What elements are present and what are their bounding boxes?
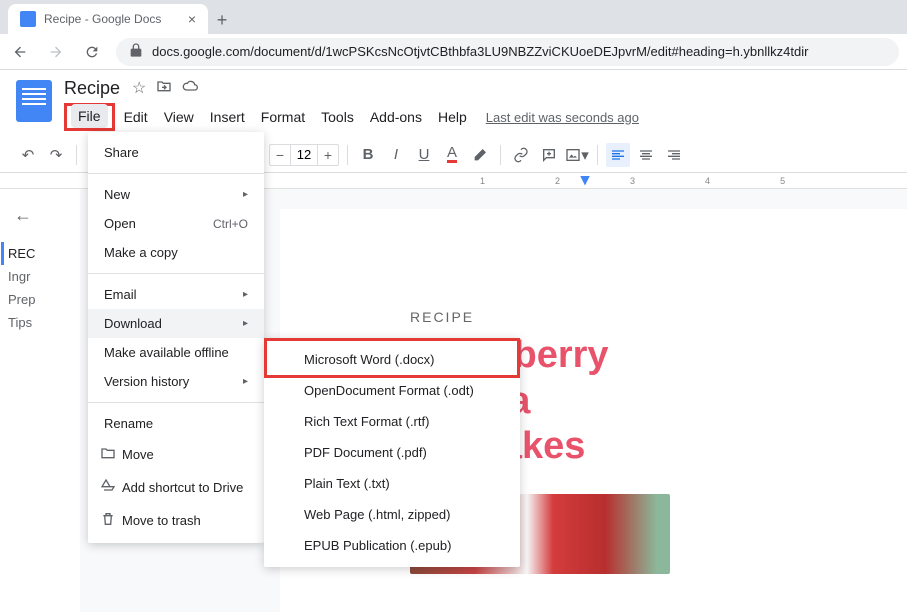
menu-help[interactable]: Help bbox=[431, 105, 474, 129]
menu-tools[interactable]: Tools bbox=[314, 105, 361, 129]
outline-item[interactable]: Tips bbox=[8, 311, 72, 334]
align-left-button[interactable] bbox=[606, 143, 630, 167]
file-menu-share[interactable]: Share bbox=[88, 138, 264, 167]
forward-button[interactable] bbox=[44, 40, 68, 64]
menu-insert[interactable]: Insert bbox=[203, 105, 252, 129]
file-menu-download[interactable]: Download▸ bbox=[88, 309, 264, 338]
insert-link-button[interactable] bbox=[509, 143, 533, 167]
menu-view[interactable]: View bbox=[157, 105, 201, 129]
download-pdf[interactable]: PDF Document (.pdf) bbox=[264, 437, 520, 468]
download-txt[interactable]: Plain Text (.txt) bbox=[264, 468, 520, 499]
star-icon[interactable]: ☆ bbox=[132, 78, 146, 99]
browser-tab[interactable]: Recipe - Google Docs × bbox=[8, 4, 208, 34]
file-menu-rename[interactable]: Rename bbox=[88, 409, 264, 438]
indent-marker-icon[interactable] bbox=[580, 176, 590, 186]
reload-button[interactable] bbox=[80, 40, 104, 64]
undo-button[interactable]: ↶ bbox=[16, 143, 40, 167]
download-epub[interactable]: EPUB Publication (.epub) bbox=[264, 530, 520, 561]
docs-favicon bbox=[20, 11, 36, 27]
submenu-arrow-icon: ▸ bbox=[243, 318, 248, 329]
trash-icon bbox=[100, 511, 118, 530]
menu-addons[interactable]: Add-ons bbox=[363, 105, 429, 129]
address-bar[interactable]: docs.google.com/document/d/1wcPSKcsNcOtj… bbox=[116, 38, 899, 66]
drive-shortcut-icon bbox=[100, 478, 118, 497]
docs-header: Recipe ☆ File Edit View Insert Format To… bbox=[0, 70, 907, 131]
file-menu-dropdown: Share New▸ OpenCtrl+O Make a copy Email▸… bbox=[88, 132, 264, 543]
outline-item[interactable]: Ingr bbox=[8, 265, 72, 288]
folder-icon bbox=[100, 445, 118, 464]
file-menu-move[interactable]: Move bbox=[88, 438, 264, 471]
insert-image-button[interactable]: ▾ bbox=[565, 143, 589, 167]
font-size-decrease[interactable]: − bbox=[270, 145, 290, 165]
submenu-arrow-icon: ▸ bbox=[243, 376, 248, 387]
menu-edit[interactable]: Edit bbox=[117, 105, 155, 129]
file-menu-copy[interactable]: Make a copy bbox=[88, 238, 264, 267]
docs-logo-icon[interactable] bbox=[16, 80, 52, 122]
browser-tab-strip: Recipe - Google Docs × + bbox=[0, 0, 907, 34]
menu-format[interactable]: Format bbox=[254, 105, 312, 129]
comment-button[interactable] bbox=[537, 143, 561, 167]
file-menu-highlight: File bbox=[64, 103, 115, 131]
download-odt[interactable]: OpenDocument Format (.odt) bbox=[264, 375, 520, 406]
font-size-control: − 12 + bbox=[269, 144, 339, 166]
outline-item[interactable]: Prep bbox=[8, 288, 72, 311]
lock-icon bbox=[128, 42, 144, 61]
file-menu-open[interactable]: OpenCtrl+O bbox=[88, 209, 264, 238]
file-menu-trash[interactable]: Move to trash bbox=[88, 504, 264, 537]
menubar: File Edit View Insert Format Tools Add-o… bbox=[64, 103, 891, 131]
italic-button[interactable]: I bbox=[384, 143, 408, 167]
recipe-label: RECIPE bbox=[410, 309, 907, 325]
text-color-button[interactable]: A bbox=[440, 143, 464, 167]
outline-back-icon[interactable]: ← bbox=[14, 205, 72, 226]
align-center-button[interactable] bbox=[634, 143, 658, 167]
doc-title[interactable]: Recipe bbox=[64, 78, 120, 99]
url-text: docs.google.com/document/d/1wcPSKcsNcOtj… bbox=[152, 44, 808, 59]
submenu-arrow-icon: ▸ bbox=[243, 289, 248, 300]
cloud-status-icon[interactable] bbox=[182, 78, 198, 99]
tab-title: Recipe - Google Docs bbox=[44, 12, 161, 26]
file-menu-offline[interactable]: Make available offline bbox=[88, 338, 264, 367]
last-edit-link[interactable]: Last edit was seconds ago bbox=[486, 110, 639, 125]
file-menu-version[interactable]: Version history▸ bbox=[88, 367, 264, 396]
download-html[interactable]: Web Page (.html, zipped) bbox=[264, 499, 520, 530]
move-folder-icon[interactable] bbox=[156, 78, 172, 99]
file-menu-shortcut[interactable]: Add shortcut to Drive bbox=[88, 471, 264, 504]
highlight-button[interactable] bbox=[468, 143, 492, 167]
font-size-increase[interactable]: + bbox=[318, 145, 338, 165]
outline-panel: ← REC Ingr Prep Tips bbox=[0, 189, 80, 612]
bold-button[interactable]: B bbox=[356, 143, 380, 167]
download-submenu: Microsoft Word (.docx) OpenDocument Form… bbox=[264, 338, 520, 567]
download-rtf[interactable]: Rich Text Format (.rtf) bbox=[264, 406, 520, 437]
back-button[interactable] bbox=[8, 40, 32, 64]
font-size-value[interactable]: 12 bbox=[290, 145, 318, 165]
align-right-button[interactable] bbox=[662, 143, 686, 167]
close-tab-icon[interactable]: × bbox=[188, 11, 196, 27]
submenu-arrow-icon: ▸ bbox=[243, 189, 248, 200]
new-tab-button[interactable]: + bbox=[208, 6, 236, 34]
browser-toolbar: docs.google.com/document/d/1wcPSKcsNcOtj… bbox=[0, 34, 907, 70]
redo-button[interactable]: ↷ bbox=[44, 143, 68, 167]
underline-button[interactable]: U bbox=[412, 143, 436, 167]
file-menu-new[interactable]: New▸ bbox=[88, 180, 264, 209]
menu-file[interactable]: File bbox=[71, 104, 108, 128]
outline-item[interactable]: REC bbox=[1, 242, 72, 265]
file-menu-email[interactable]: Email▸ bbox=[88, 280, 264, 309]
download-docx[interactable]: Microsoft Word (.docx) bbox=[264, 344, 520, 375]
